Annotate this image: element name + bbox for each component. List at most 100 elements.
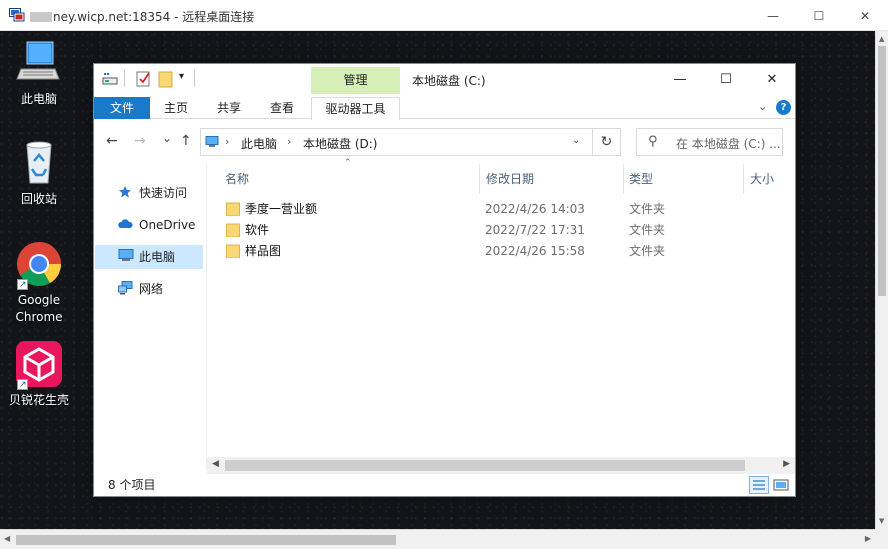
scrollbar-corner [875, 529, 888, 549]
computer-icon [205, 136, 219, 147]
file-type: 文件夹 [629, 223, 666, 237]
scroll-right-icon[interactable]: ▶ [865, 534, 871, 543]
contextual-tab-manage[interactable]: 管理 [311, 67, 400, 94]
column-divider[interactable] [479, 164, 480, 194]
nav-item-label: 此电脑 [139, 250, 176, 264]
table-row[interactable]: 季度一营业额 2022/4/26 14:03 文件夹 [221, 199, 781, 220]
scroll-left-icon[interactable]: ◀ [212, 459, 219, 469]
rdp-titlebar: ney.wicp.net:18354 - 远程桌面连接 — ☐ ✕ [0, 0, 888, 31]
scroll-left-icon[interactable]: ◀ [4, 534, 10, 543]
scroll-thumb[interactable] [16, 535, 396, 545]
nav-item-this-pc[interactable]: 此电脑 [95, 245, 203, 269]
breadcrumb-this-pc[interactable]: 此电脑 [241, 135, 277, 152]
tab-view[interactable]: 查看 [260, 97, 304, 119]
address-bar[interactable]: › 此电脑 › 本地磁盘 (D:) ⌄ [200, 128, 621, 156]
search-icon: ⚲ [648, 134, 658, 149]
toolbar-separator [124, 69, 125, 87]
nav-item-quick-access[interactable]: 快速访问 [95, 181, 203, 205]
shortcut-arrow-icon [17, 277, 28, 294]
tab-home[interactable]: 主页 [154, 97, 198, 119]
star-icon [119, 186, 131, 198]
tab-drive-tools[interactable]: 驱动器工具 [311, 97, 400, 120]
details-view-icon [753, 480, 765, 490]
remote-desktop[interactable]: 此电脑 回收站 Google Chrome [0, 31, 875, 529]
computer-icon [16, 41, 60, 80]
desktop-icon-recycle-bin[interactable]: 回收站 [0, 139, 78, 208]
navigation-bar: ← → ⌄ ↑ › 此电脑 › 本地磁盘 (D:) ⌄ ↻ ⚲ 在 本地磁盘 (… [94, 120, 795, 164]
nav-item-network[interactable]: 网络 [95, 277, 203, 301]
recent-locations-button[interactable]: ⌄ [162, 131, 172, 145]
up-button[interactable]: ↑ [180, 133, 192, 149]
details-view-button[interactable] [749, 476, 769, 494]
tab-share[interactable]: 共享 [207, 97, 251, 119]
desktop-icon-this-pc[interactable]: 此电脑 [0, 39, 78, 108]
ribbon-tabs: 文件 主页 共享 查看 驱动器工具 ⌄ ? [94, 94, 795, 120]
rdp-vertical-scrollbar[interactable]: ▲ ▼ [875, 31, 888, 529]
file-type: 文件夹 [629, 202, 666, 216]
scroll-down-icon[interactable]: ▼ [879, 517, 884, 525]
refresh-button[interactable]: ↻ [592, 128, 621, 156]
recycle-bin-icon [26, 141, 52, 184]
rdp-close-button[interactable]: ✕ [842, 0, 888, 31]
column-header-name[interactable]: 名称 [225, 164, 249, 194]
file-explorer-window[interactable]: ▾ 管理 本地磁盘 (C:) — ☐ ✕ 文件 主页 共享 查看 驱动器工具 ⌄… [93, 63, 796, 497]
desktop-icon-label: Google Chrome [15, 293, 63, 324]
breadcrumb-separator: › [225, 135, 230, 148]
scroll-thumb[interactable] [878, 46, 886, 296]
search-input[interactable]: ⚲ 在 本地磁盘 (C:) ... [636, 128, 783, 156]
table-row[interactable]: 软件 2022/7/22 17:31 文件夹 [221, 220, 781, 241]
file-type: 文件夹 [629, 244, 666, 258]
desktop-icon-chrome[interactable]: Google Chrome [0, 240, 78, 326]
file-name: 样品图 [245, 244, 282, 258]
file-modified: 2022/4/26 15:58 [485, 244, 585, 258]
tab-file[interactable]: 文件 [94, 97, 150, 119]
properties-icon[interactable] [136, 70, 152, 88]
large-icons-view-icon [773, 479, 789, 491]
desktop-icon-oray[interactable]: 贝锐花生壳 [0, 340, 78, 409]
file-list: ⌃ 名称 修改日期 类型 大小 季度一营业额 2022/4/26 14:03 文… [207, 158, 795, 470]
rdp-title-text: ney.wicp.net:18354 - 远程桌面连接 [53, 10, 255, 24]
help-icon[interactable]: ? [776, 100, 791, 115]
nav-item-onedrive[interactable]: OneDrive [95, 213, 203, 237]
quick-access-toolbar: ▾ 管理 本地磁盘 (C:) — ☐ ✕ [94, 64, 795, 94]
file-modified: 2022/4/26 14:03 [485, 202, 585, 216]
rdp-window-title: ney.wicp.net:18354 - 远程桌面连接 [30, 8, 254, 25]
column-divider[interactable] [623, 164, 624, 194]
column-header-size[interactable]: 大小 [750, 164, 774, 194]
new-folder-icon[interactable] [158, 70, 174, 88]
scroll-right-icon[interactable]: ▶ [783, 459, 790, 469]
nav-item-label: OneDrive [139, 218, 196, 232]
rdp-minimize-button[interactable]: — [750, 0, 796, 31]
forward-button[interactable]: → [134, 133, 146, 149]
column-divider[interactable] [743, 164, 744, 194]
explorer-window-title: 本地磁盘 (C:) [412, 74, 486, 88]
scroll-thumb[interactable] [225, 460, 745, 471]
desktop-icon-label: 回收站 [20, 192, 57, 206]
large-icons-view-button[interactable] [771, 476, 791, 494]
column-header-type[interactable]: 类型 [629, 164, 653, 194]
close-button[interactable]: ✕ [749, 64, 795, 94]
search-placeholder: 在 本地磁盘 (C:) ... [676, 137, 781, 151]
scroll-up-icon[interactable]: ▲ [879, 35, 884, 43]
rdp-maximize-button[interactable]: ☐ [796, 0, 842, 31]
maximize-button[interactable]: ☐ [703, 64, 749, 94]
expand-ribbon-icon[interactable]: ⌄ [758, 100, 767, 113]
rdp-horizontal-scrollbar[interactable]: ◀ ▶ [0, 529, 875, 549]
breadcrumb-separator: › [287, 135, 292, 148]
file-name: 软件 [245, 223, 270, 237]
table-row[interactable]: 样品图 2022/4/26 15:58 文件夹 [221, 241, 781, 262]
customize-qat-icon[interactable]: ▾ [179, 71, 184, 82]
address-dropdown-icon[interactable]: ⌄ [572, 135, 580, 146]
breadcrumb-drive-d[interactable]: 本地磁盘 (D:) [303, 135, 377, 152]
folder-icon [226, 202, 240, 216]
folder-icon [226, 244, 240, 258]
minimize-button[interactable]: — [657, 64, 703, 94]
back-button[interactable]: ← [106, 133, 118, 149]
nav-item-label: 快速访问 [139, 186, 188, 200]
file-modified: 2022/7/22 17:31 [485, 223, 585, 237]
status-bar: 8 个项目 [94, 474, 795, 496]
file-list-hscrollbar[interactable]: ◀ ▶ [207, 457, 795, 474]
column-header-modified[interactable]: 修改日期 [486, 164, 534, 194]
item-count: 8 个项目 [108, 478, 156, 492]
desktop-icon-label: 此电脑 [20, 92, 57, 106]
